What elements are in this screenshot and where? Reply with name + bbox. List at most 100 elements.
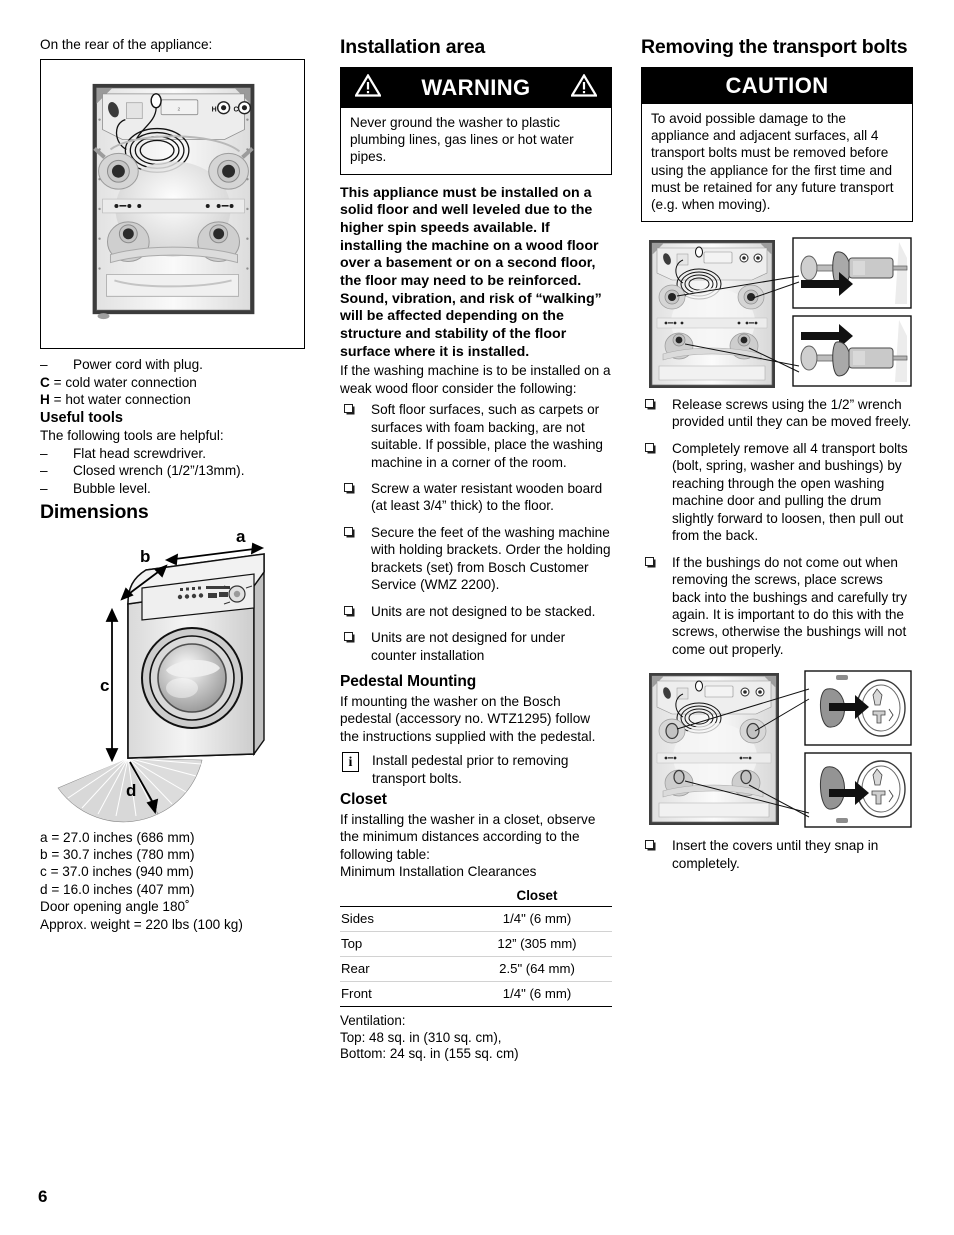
ventilation-block: Ventilation: Top: 48 sq. in (310 sq. cm)… (340, 1013, 612, 1063)
washer-rear-illustration: 2 H C (92, 84, 255, 320)
tool-text: Bubble level. (73, 480, 151, 496)
row-value: 2.5" (64 mm) (462, 956, 612, 982)
row-value: 1/4" (6 mm) (462, 981, 612, 1007)
dimensions-figure: a b c d (40, 526, 308, 831)
square-bullet-icon (344, 483, 353, 493)
bullet-text: Screw a water resistant wooden board (at… (371, 481, 603, 514)
table-header-closet: Closet (462, 885, 612, 907)
list-item: Soft floor surfaces, such as carpets or … (340, 401, 612, 471)
removing-transport-bolts-heading: Removing the transport bolts (641, 36, 908, 58)
table-header-row: Closet (340, 885, 612, 907)
caution-title: CAUTION (725, 73, 829, 99)
dimensions-heading: Dimensions (40, 501, 149, 524)
column-left: On the rear of the appliance: 2 H C – Po… (40, 36, 310, 933)
tools-list: – Flat head screwdriver. – Closed wrench… (40, 445, 310, 497)
cover-insertion-illustration (649, 670, 912, 829)
dimensions-values: a = 27.0 inches (686 mm) b = 30.7 inches… (40, 829, 310, 934)
list-item: – Flat head screwdriver. (40, 445, 310, 462)
row-label: Rear (340, 956, 462, 982)
caution-header: CAUTION (642, 68, 912, 105)
square-bullet-icon (344, 605, 353, 615)
info-note-text: Install pedestal prior to removing trans… (372, 753, 569, 786)
bolt-removal-bullets: Release screws using the 1/2” wrench pro… (641, 396, 913, 658)
dash-marker: – (40, 445, 48, 461)
list-item: Units are not designed for under counter… (340, 629, 612, 664)
warning-triangle-icon (354, 73, 382, 102)
svg-text:H: H (212, 107, 217, 114)
cold-letter: C (40, 374, 50, 390)
legend-item: – Power cord with plug. (40, 356, 310, 373)
pedestal-mounting-heading: Pedestal Mounting (340, 673, 477, 691)
useful-tools-heading: Useful tools (40, 409, 123, 426)
row-label: Sides (340, 906, 462, 932)
row-label: Top (340, 931, 462, 957)
transport-bolt-figure (641, 232, 913, 392)
square-bullet-icon (645, 398, 654, 408)
dimension-line: b = 30.7 inches (780 mm) (40, 846, 195, 862)
warning-title: WARNING (421, 75, 531, 101)
bullet-text: Secure the feet of the washing machine w… (371, 524, 611, 593)
svg-text:C: C (234, 107, 239, 114)
column-right: Removing the transport bolts CAUTION To … (641, 36, 913, 881)
row-value: 1/4" (6 mm) (462, 906, 612, 932)
square-bullet-icon (645, 556, 654, 566)
table-row: Top 12” (305 mm) (340, 931, 612, 957)
dash-marker: – (40, 463, 48, 479)
list-item: – Closed wrench (1/2”/13mm). (40, 462, 310, 479)
list-item: Completely remove all 4 transport bolts … (641, 440, 913, 545)
clearance-table: Closet Sides 1/4" (6 mm) Top 12” (305 mm… (340, 885, 612, 1007)
bullet-text: Units are not designed to be stacked. (371, 603, 596, 619)
legend-text: Power cord with plug. (73, 357, 203, 373)
square-bullet-icon (645, 442, 654, 452)
square-bullet-icon (344, 404, 353, 414)
row-label: Front (340, 981, 462, 1007)
table-row: Sides 1/4" (6 mm) (340, 906, 612, 932)
warning-box: WARNING Never ground the washer to plast… (340, 67, 612, 175)
list-item: Units are not designed to be stacked. (340, 603, 612, 620)
warning-header: WARNING (341, 68, 611, 109)
cold-water-legend: C = cold water connection (40, 374, 310, 391)
cold-text: = cold water connection (53, 374, 197, 390)
manual-page: On the rear of the appliance: 2 H C – Po… (0, 0, 954, 1235)
caution-box: CAUTION To avoid possible damage to the … (641, 67, 913, 222)
bullet-text: Release screws using the 1/2” wrench pro… (672, 396, 912, 430)
closet-text: If installing the washer in a closet, ob… (340, 812, 596, 862)
rear-intro-text: On the rear of the appliance: (40, 37, 213, 52)
row-value: 12” (305 mm) (462, 931, 612, 957)
table-row: Front 1/4" (6 mm) (340, 981, 612, 1007)
dimension-line: c = 37.0 inches (940 mm) (40, 864, 194, 880)
square-bullet-icon (344, 632, 353, 642)
info-note: i Install pedestal prior to removing tra… (340, 752, 612, 787)
info-icon: i (342, 752, 359, 773)
svg-text:2: 2 (178, 107, 181, 113)
ventilation-line: Ventilation: (340, 1012, 406, 1028)
tool-text: Closed wrench (1/2”/13mm). (73, 463, 245, 479)
page-number: 6 (38, 1187, 48, 1206)
table-caption: Minimum Installation Clearances (340, 864, 537, 880)
list-item: Secure the feet of the washing machine w… (340, 524, 612, 594)
square-bullet-icon (645, 840, 654, 850)
hot-letter: H (40, 392, 50, 408)
bullet-text: Soft floor surfaces, such as carpets or … (371, 402, 603, 470)
installation-area-heading: Installation area (340, 36, 486, 58)
useful-tools-intro: The following tools are helpful: (40, 428, 224, 444)
dash-marker: – (40, 357, 48, 373)
washer-dimensions-illustration: a b c d (57, 527, 265, 822)
weak-floor-bullets: Soft floor surfaces, such as carpets or … (340, 401, 612, 664)
dim-label-c: c (100, 676, 109, 695)
solid-floor-paragraph: This appliance must be installed on a so… (340, 184, 602, 360)
weak-floor-lead: If the washing machine is to be installe… (340, 363, 611, 396)
bullet-text: If the bushings do not come out when rem… (672, 554, 908, 657)
bullet-text: Completely remove all 4 transport bolts … (672, 440, 908, 544)
list-item: – Bubble level. (40, 480, 310, 497)
weight-line: Approx. weight = 220 lbs (100 kg) (40, 916, 243, 932)
dimension-line: a = 27.0 inches (686 mm) (40, 829, 195, 845)
transport-bolt-removal-illustration (649, 237, 912, 388)
ventilation-line: Bottom: 24 sq. in (155 sq. cm) (340, 1046, 519, 1062)
hot-water-legend: H = hot water connection (40, 391, 310, 408)
dim-label-d: d (126, 781, 136, 800)
bullet-text: Insert the covers until they snap in com… (672, 838, 879, 871)
hot-text: = hot water connection (53, 392, 191, 408)
list-item: Screw a water resistant wooden board (at… (340, 480, 612, 515)
list-item: Insert the covers until they snap in com… (641, 837, 913, 872)
